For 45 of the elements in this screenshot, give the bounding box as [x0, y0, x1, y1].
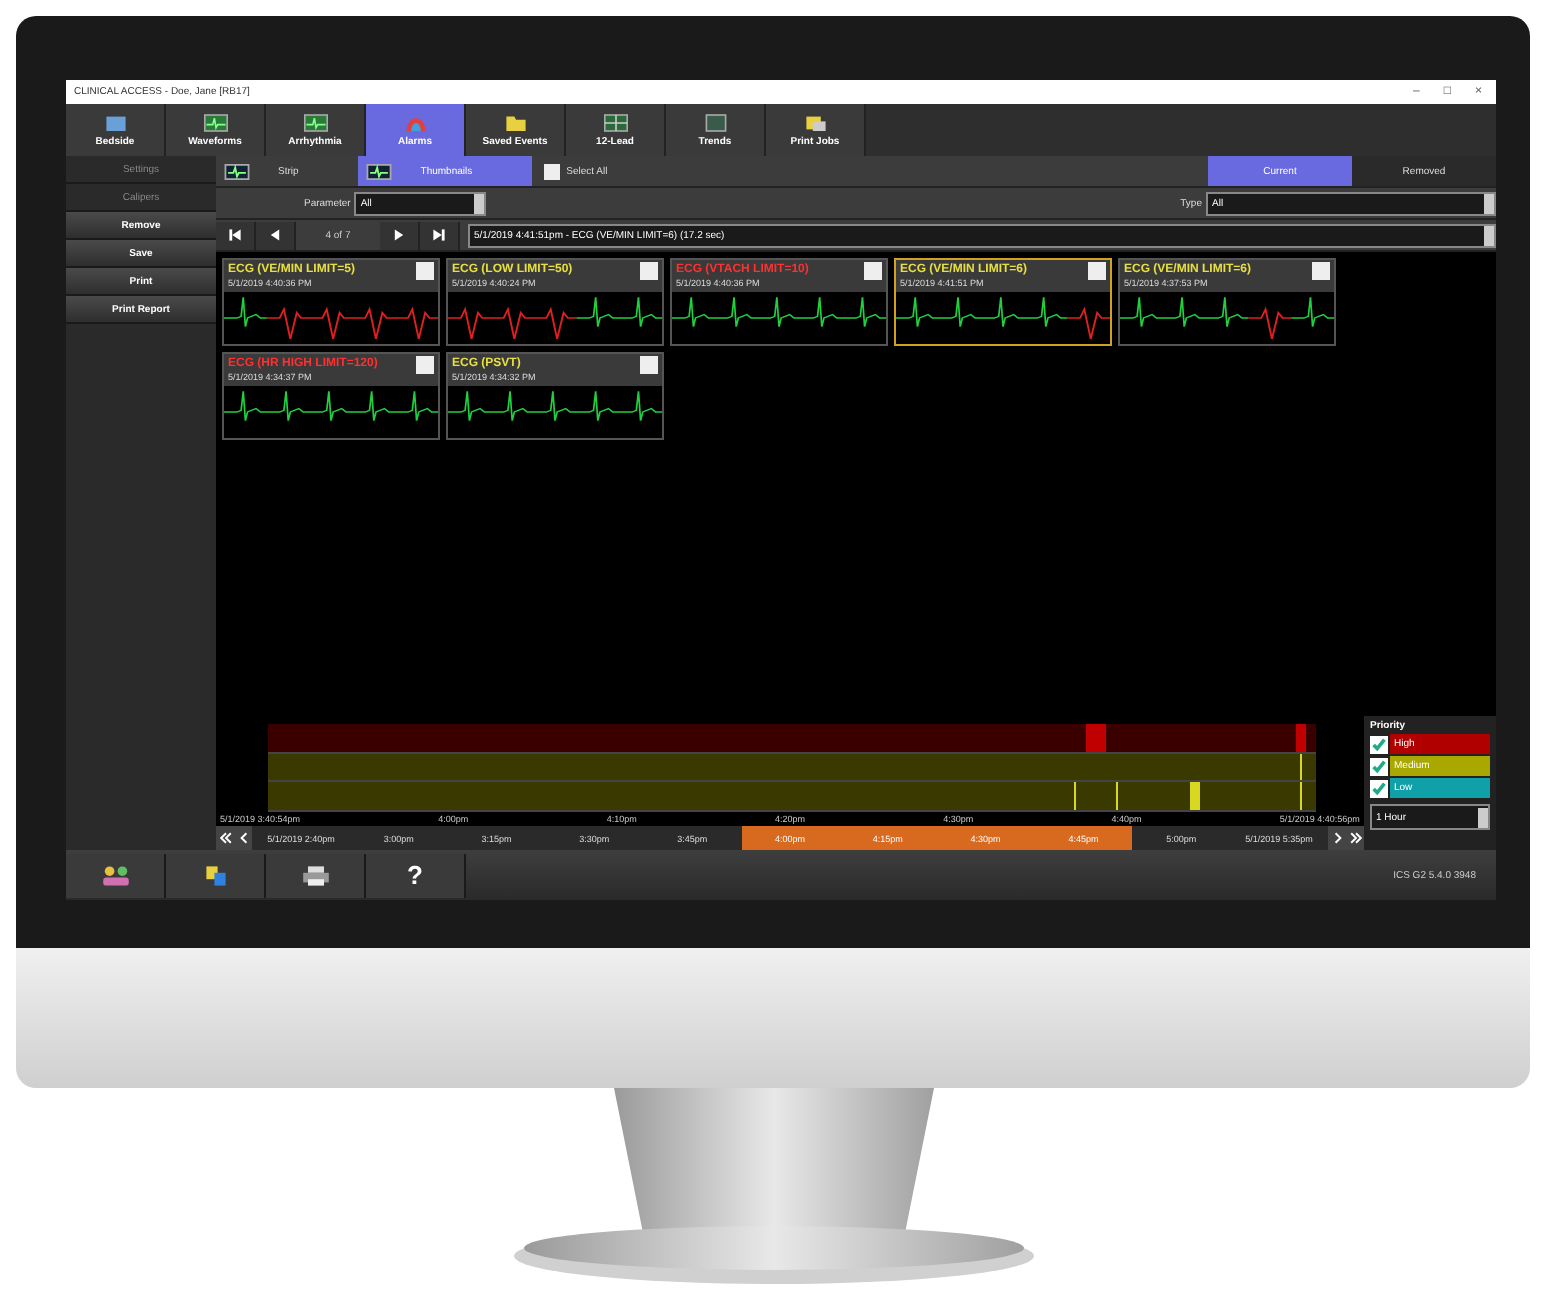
next-button[interactable]: [380, 221, 420, 249]
priority-checkbox[interactable]: [1370, 735, 1388, 753]
swap-button[interactable]: [166, 853, 266, 897]
select-all-checkbox[interactable]: [544, 163, 561, 179]
alarm-marker[interactable]: [1295, 724, 1306, 752]
skip-forward-icon: [432, 228, 446, 242]
event-checkbox[interactable]: [640, 262, 658, 280]
first-button[interactable]: [216, 221, 256, 249]
scroll-start-button[interactable]: [216, 826, 234, 850]
priority-checkbox[interactable]: [1370, 779, 1388, 797]
help-button[interactable]: ?: [366, 853, 466, 897]
waveform-icon: [366, 163, 393, 179]
last-button[interactable]: [420, 221, 460, 249]
alarm-marker[interactable]: [1300, 753, 1303, 781]
patients-button[interactable]: [66, 853, 166, 897]
double-chevron-left-icon: [219, 832, 231, 844]
previous-button[interactable]: [256, 221, 296, 249]
waveform-icon: [299, 112, 331, 134]
event-checkbox[interactable]: [1312, 262, 1330, 280]
waveform-icon: [224, 163, 250, 179]
alarm-marker[interactable]: [1085, 724, 1107, 752]
grid-icon: [599, 112, 631, 134]
alarm-marker[interactable]: [1116, 782, 1119, 811]
alarm-marker[interactable]: [1300, 782, 1303, 811]
alarm-marker[interactable]: [1074, 782, 1077, 811]
scroll-back-button[interactable]: [234, 826, 252, 850]
chevron-right-icon: [1331, 832, 1343, 844]
printer-icon: [299, 863, 331, 887]
print-button[interactable]: [266, 853, 366, 897]
scroll-forward-button[interactable]: [1328, 826, 1346, 850]
skip-back-icon: [228, 228, 242, 242]
left-arrow-icon: [268, 228, 282, 242]
people-icon: [99, 863, 131, 887]
event-checkbox[interactable]: [640, 356, 658, 374]
event-checkbox[interactable]: [1088, 262, 1106, 280]
alarm-marker[interactable]: [1190, 782, 1201, 811]
double-chevron-right-icon: [1349, 832, 1361, 844]
scroll-end-button[interactable]: [1346, 826, 1364, 850]
chevron-left-icon: [237, 832, 249, 844]
event-checkbox[interactable]: [864, 262, 882, 280]
event-checkbox[interactable]: [416, 356, 434, 374]
event-checkbox[interactable]: [416, 262, 434, 280]
right-arrow-icon: [392, 228, 406, 242]
priority-checkbox[interactable]: [1370, 757, 1388, 775]
waveform-icon: [199, 112, 231, 134]
